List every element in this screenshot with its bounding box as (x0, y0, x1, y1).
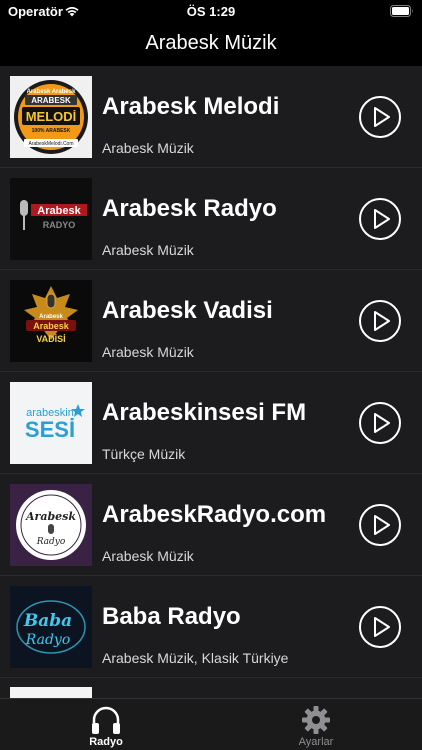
svg-text:MELODİ: MELODİ (26, 109, 77, 124)
station-row-arabesk-radyo[interactable]: Arabesk RADYO Arabesk Radyo Arabesk Müzi… (0, 168, 422, 270)
svg-text:Arabesk Arabesk: Arabesk Arabesk (27, 89, 76, 95)
svg-text:Arabesk: Arabesk (25, 510, 76, 523)
play-icon[interactable] (358, 401, 402, 445)
station-row-arabeskinsesi-fm[interactable]: arabeskin SESİ Arabeskinsesi FM Türkçe M… (0, 372, 422, 474)
gear-icon (302, 706, 330, 734)
station-title: Arabesk Radyo (102, 195, 277, 222)
station-title: Arabesk Vadisi (102, 297, 273, 324)
station-genre: Türkçe Müzik (102, 446, 186, 462)
svg-text:Radyo: Radyo (36, 537, 66, 547)
svg-text:RADYO: RADYO (43, 220, 76, 230)
svg-text:ArabeskMelodi.Com: ArabeskMelodi.Com (28, 141, 73, 147)
play-icon[interactable] (358, 299, 402, 343)
play-icon[interactable] (358, 197, 402, 241)
station-logo: Arabesk Arabesk ARABESK MELODİ 100% ARAB… (10, 76, 92, 158)
status-bar: Operatör ÖS 1:29 (0, 0, 422, 24)
station-title: ArabeskRadyo.com (102, 501, 327, 528)
svg-text:Arabesk: Arabesk (33, 321, 70, 331)
tab-bar: Radyo Ayarlar (0, 698, 422, 750)
battery-icon (390, 5, 413, 17)
station-logo: Arabesk Radyo (10, 484, 92, 566)
tab-radyo[interactable]: Radyo (46, 699, 166, 750)
tab-label: Ayarlar (298, 736, 334, 748)
station-logo: Arabesk Arabesk VADİSİ (10, 280, 92, 362)
station-genre: Arabesk Müzik (102, 548, 194, 564)
status-time: ÖS 1:29 (186, 4, 236, 19)
svg-text:VADİSİ: VADİSİ (36, 334, 65, 344)
svg-text:Baba: Baba (23, 611, 72, 631)
play-icon[interactable] (358, 605, 402, 649)
station-row-baba-radyo[interactable]: Baba Radyo Baba Radyo Arabesk Müzik, Kla… (0, 576, 422, 678)
svg-text:Arabesk: Arabesk (37, 205, 81, 217)
station-genre: Arabesk Müzik (102, 344, 194, 360)
station-logo: Arabesk RADYO (10, 178, 92, 260)
svg-text:100% ARABESK: 100% ARABESK (32, 128, 71, 134)
station-row-partial[interactable] (0, 678, 422, 698)
station-row-arabesk-melodi[interactable]: Arabesk Arabesk ARABESK MELODİ 100% ARAB… (0, 66, 422, 168)
headphones-icon (92, 706, 120, 734)
station-row-arabeskradyo-com[interactable]: Arabesk Radyo ArabeskRadyo.com Arabesk M… (0, 474, 422, 576)
station-logo (10, 687, 92, 698)
page-title: Arabesk Müzik (145, 32, 277, 54)
station-genre: Arabesk Müzik (102, 140, 194, 156)
svg-text:Arabesk: Arabesk (39, 314, 63, 320)
station-logo: Baba Radyo (10, 586, 92, 668)
station-title: Arabesk Melodi (102, 93, 280, 120)
station-title: Baba Radyo (102, 603, 241, 630)
play-icon[interactable] (358, 503, 402, 547)
station-title: Arabeskinsesi FM (102, 399, 307, 426)
station-logo: arabeskin SESİ (10, 382, 92, 464)
station-genre: Arabesk Müzik (102, 242, 194, 258)
svg-text:SESİ: SESİ (25, 417, 75, 442)
navigation-bar: Arabesk Müzik (0, 24, 422, 66)
svg-text:Radyo: Radyo (25, 632, 71, 648)
play-icon[interactable] (358, 95, 402, 139)
station-list[interactable]: Arabesk Arabesk ARABESK MELODİ 100% ARAB… (0, 66, 422, 698)
station-genre: Arabesk Müzik, Klasik Türkiye (102, 650, 289, 666)
station-row-arabesk-vadisi[interactable]: Arabesk Arabesk VADİSİ Arabesk Vadisi Ar… (0, 270, 422, 372)
tab-ayarlar[interactable]: Ayarlar (256, 699, 376, 750)
svg-text:ARABESK: ARABESK (31, 96, 71, 105)
tab-label: Radyo (89, 736, 123, 748)
